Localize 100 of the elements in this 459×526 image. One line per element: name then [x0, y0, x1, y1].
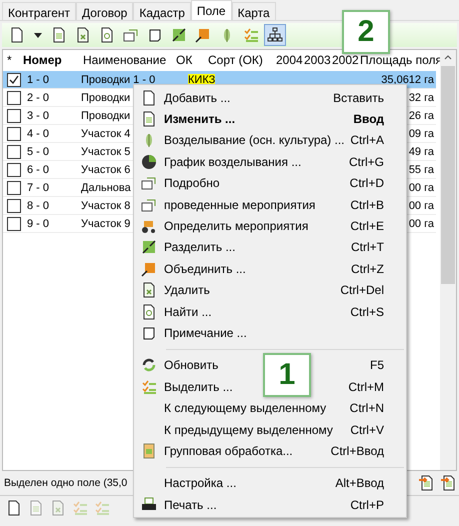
search-icon	[99, 27, 115, 43]
table-cell: Дальнова	[81, 182, 131, 194]
menu-item[interactable]: График возделывания ...	[164, 154, 302, 169]
menu-item[interactable]: Подробно	[164, 176, 220, 190]
tab[interactable]: Карта	[232, 2, 276, 20]
checkbox[interactable]	[7, 180, 21, 194]
menu-item[interactable]: Добавить ...	[164, 90, 230, 105]
shortcut-text: Ctrl+P	[350, 498, 385, 512]
merge-icon	[195, 27, 211, 43]
menu-item[interactable]: Примечание ...	[164, 326, 247, 340]
menu-item[interactable]: Возделывание (осн. культура) ...	[164, 133, 345, 148]
shortcut-text: Ctrl+Z	[351, 262, 385, 276]
checkbox[interactable]	[7, 198, 21, 212]
shortcut-text: Вставить	[333, 90, 385, 105]
shortcut-text: Ctrl+M	[348, 380, 385, 394]
checkbox[interactable]	[7, 108, 21, 122]
table-cell-text: 4 - 0	[27, 128, 50, 140]
menu-item[interactable]: Выделить ...	[164, 380, 233, 394]
menu-item[interactable]: Определить мероприятия	[164, 219, 308, 234]
shortcut-text: Ctrl+G	[348, 154, 385, 169]
delete-icon	[75, 27, 91, 43]
menu-item[interactable]: Объединить ...	[164, 262, 246, 276]
tab[interactable]: Контрагент	[2, 2, 76, 20]
shortcut-text: Ctrl+A	[350, 133, 385, 148]
table-cell: Участок 6	[81, 164, 130, 176]
note-icon	[147, 27, 163, 43]
column-header[interactable]: 2002	[332, 53, 360, 67]
shortcut-text: Ctrl+Ввод	[330, 444, 385, 458]
shortcut-text: Ввод	[353, 112, 385, 126]
table-cell: Проводки	[81, 92, 130, 104]
table-cell-text: 1 - 0	[27, 74, 50, 86]
table-cell: КИКЗ	[188, 74, 216, 86]
checkbox[interactable]	[7, 144, 21, 158]
table-cell-text: 09 га	[408, 128, 435, 140]
merge-icon	[141, 260, 157, 277]
shortcut-text: Ctrl+B	[350, 198, 385, 212]
menu-item[interactable]: Найти ...	[164, 304, 212, 319]
page-icon	[141, 90, 157, 106]
document-icon	[141, 111, 157, 128]
menu-item[interactable]: проведенные мероприятия	[164, 198, 316, 212]
table-cell-text: 26 га	[408, 110, 435, 122]
column-header[interactable]: ОК	[176, 53, 208, 67]
checkbox[interactable]	[7, 126, 21, 140]
shortcut-text: Ctrl+S	[350, 304, 385, 319]
menu-item[interactable]: К следующему выделенному	[164, 401, 326, 416]
delete-icon	[141, 282, 157, 298]
checkbox[interactable]	[7, 90, 21, 104]
table-cell-text: 32 га	[408, 92, 435, 104]
split-icon	[141, 239, 157, 256]
split-icon	[171, 27, 187, 43]
tab[interactable]: Договор	[76, 2, 134, 20]
tab[interactable]: Поле	[190, 0, 232, 20]
checklist-icon	[72, 500, 88, 516]
note-icon	[141, 324, 157, 341]
tab[interactable]: Кадастр	[133, 2, 191, 20]
callout-label: 2	[342, 10, 390, 54]
table-cell-text: 6 - 0	[27, 164, 50, 176]
column-header[interactable]: *	[3, 53, 23, 67]
menu-item[interactable]: Настройка ...	[164, 476, 236, 490]
export-icon	[441, 475, 457, 491]
menu-item[interactable]: Групповая обработка...	[164, 444, 293, 458]
checklist-icon	[243, 27, 259, 43]
table-cell-text: 9 - 0	[27, 218, 50, 230]
page-icon	[9, 27, 25, 43]
document-icon	[28, 500, 44, 516]
form-icon	[141, 442, 157, 459]
table-cell-text: 7 - 0	[27, 182, 50, 194]
menu-item[interactable]: Печать ...	[164, 498, 217, 512]
delete-icon	[50, 500, 66, 516]
toolbar-button[interactable]	[264, 24, 286, 46]
menu-item[interactable]: Изменить ...	[164, 112, 236, 126]
document-icon	[51, 27, 67, 43]
checkbox[interactable]	[7, 72, 21, 86]
shortcut-text: Ctrl+N	[350, 401, 385, 416]
table-cell: Участок 4	[81, 128, 130, 140]
table-cell-text: 55 га	[408, 164, 435, 176]
scrollbar[interactable]	[440, 50, 456, 470]
table-cell: Проводки 1 - 0	[81, 74, 156, 86]
column-header[interactable]: 2004	[276, 53, 304, 67]
menu-item[interactable]: К предыдущему выделенному	[164, 422, 333, 437]
menu-item[interactable]: Удалить	[164, 283, 210, 298]
table-cell: Проводки	[81, 110, 130, 122]
table-cell: Участок 8	[81, 200, 130, 212]
shortcut-text: Ctrl+T	[351, 240, 385, 254]
status-text: Выделен одно поле (35,0	[4, 477, 128, 489]
column-header[interactable]: Номер	[23, 53, 83, 67]
column-header[interactable]: 2003	[304, 53, 332, 67]
table-cell-text: 3 - 0	[27, 110, 50, 122]
checkbox[interactable]	[7, 216, 21, 230]
table-cell-text: 8 - 0	[27, 200, 50, 212]
search-icon	[141, 304, 157, 320]
column-header[interactable]: Наименование	[83, 53, 176, 67]
menu-item[interactable]: Разделить ...	[164, 240, 236, 254]
table-cell-text: 49 га	[408, 146, 435, 158]
table-cell: Участок 9	[81, 218, 130, 230]
menu-item[interactable]: Обновить	[164, 358, 218, 372]
printer-icon	[141, 496, 157, 513]
hierarchy-icon	[267, 27, 283, 43]
column-header[interactable]: Сорт (ОК)	[208, 53, 276, 67]
checkbox[interactable]	[7, 162, 21, 176]
